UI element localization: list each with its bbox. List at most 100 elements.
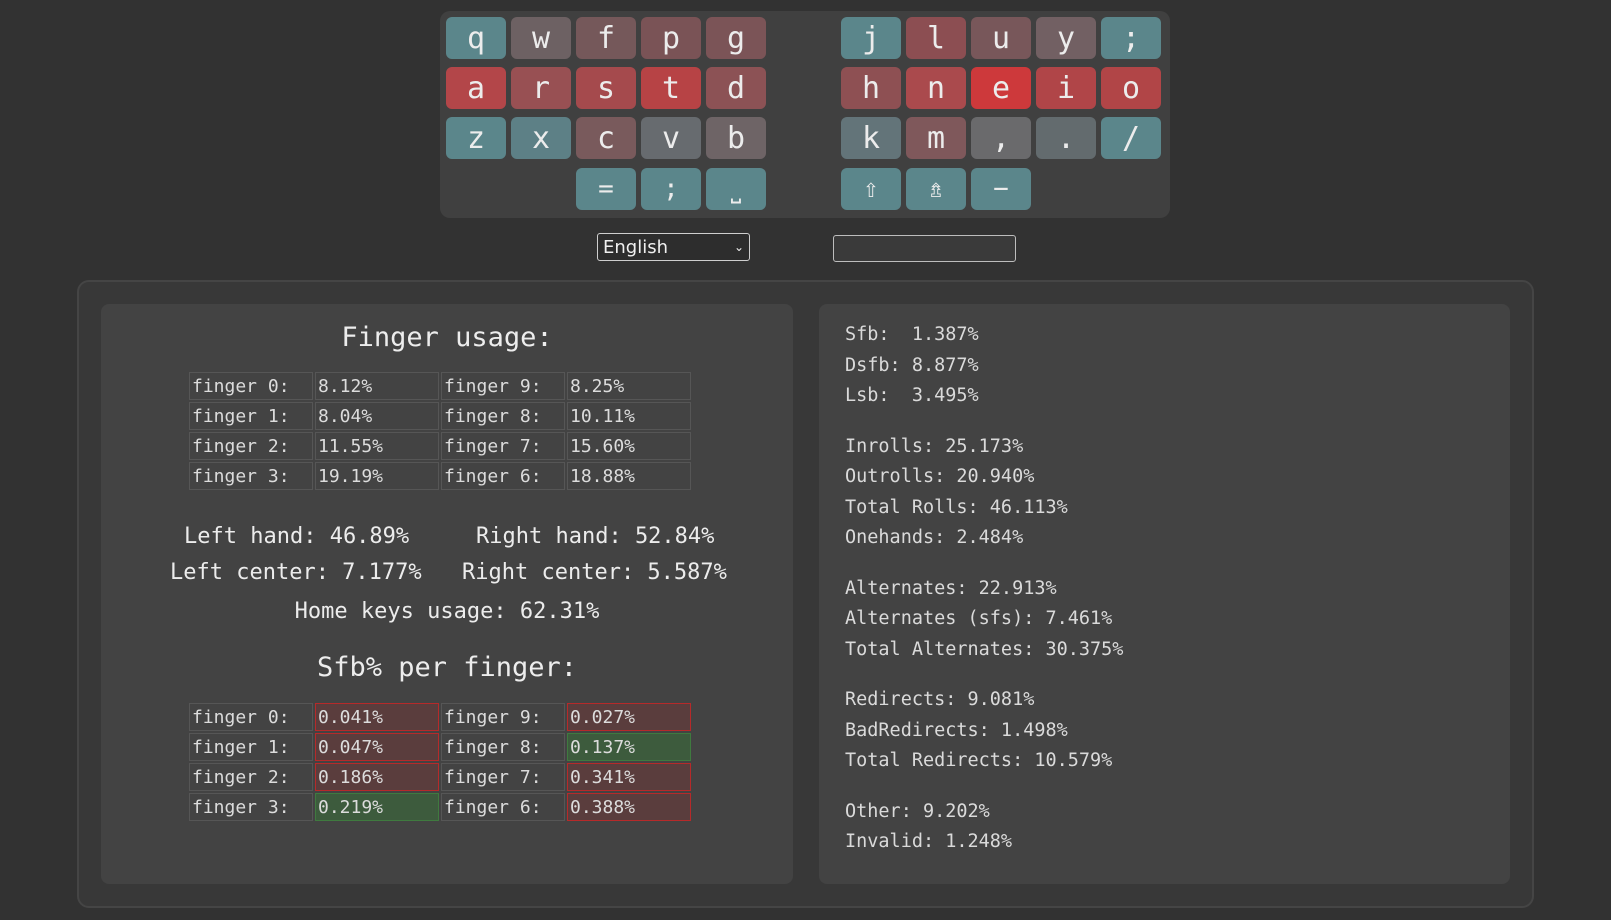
metric-line: Total Alternates: 30.375% [845, 638, 1124, 660]
usage-finger-label: finger 3: [189, 462, 313, 490]
key-1-8[interactable]: i [1036, 67, 1096, 109]
key-3-2[interactable]: = [576, 168, 636, 210]
key-0-6[interactable]: l [906, 17, 966, 59]
key-1-5[interactable]: h [841, 67, 901, 109]
key-3-6[interactable]: ⇯ [906, 168, 966, 210]
sfb-value: 0.027% [567, 703, 691, 731]
key-0-9[interactable]: ; [1101, 17, 1161, 59]
key-2-8[interactable]: . [1036, 117, 1096, 159]
usage-row: finger 3: 19.19% finger 6: 18.88% [189, 462, 691, 490]
key-1-0[interactable]: a [446, 67, 506, 109]
metric-line: Alternates: 22.913% [845, 577, 1057, 599]
sfb-value: 0.219% [315, 793, 439, 821]
usage-finger-label: finger 6: [441, 462, 565, 490]
key-2-7[interactable]: , [971, 117, 1031, 159]
key-0-8[interactable]: y [1036, 17, 1096, 59]
key-0-4[interactable]: g [706, 17, 766, 59]
metric-line: Outrolls: 20.940% [845, 466, 1035, 487]
right-hand-usage: Right hand: 52.84% [476, 524, 715, 549]
sfb-value: 0.186% [315, 763, 439, 791]
sfb-finger-label: finger 1: [189, 733, 313, 761]
usage-finger-label: finger 9: [441, 372, 565, 400]
key-2-4[interactable]: b [706, 117, 766, 159]
key-0-5[interactable]: j [841, 17, 901, 59]
sfb-per-finger-title: Sfb% per finger: [316, 652, 578, 683]
usage-value: 10.11% [567, 402, 691, 430]
usage-finger-label: finger 1: [189, 402, 313, 430]
metric-line: Dsfb: 8.877% [845, 354, 979, 376]
key-2-5[interactable]: k [841, 117, 901, 159]
usage-value: 8.25% [567, 372, 691, 400]
sfb-row: finger 0: 0.041% finger 9: 0.027% [189, 703, 691, 731]
key-1-1[interactable]: r [511, 67, 571, 109]
key-0-2[interactable]: f [576, 17, 636, 59]
key-1-2[interactable]: s [576, 67, 636, 109]
key-0-0[interactable]: q [446, 17, 506, 59]
metrics-group: Sfb: 1.387% Dsfb: 8.877% Lsb: 3.495% [845, 320, 1123, 412]
key-1-7[interactable]: e [971, 67, 1031, 109]
usage-row: finger 1: 8.04% finger 8: 10.11% [189, 402, 691, 430]
sfb-finger-label: finger 6: [441, 793, 565, 821]
key-3-5[interactable]: ⇧ [841, 168, 901, 210]
sfb-finger-label: finger 8: [441, 733, 565, 761]
metric-line: Invalid: 1.248% [845, 831, 1013, 852]
sfb-finger-label: finger 0: [189, 703, 313, 731]
sfb-value: 0.137% [567, 733, 691, 761]
metrics-group: Inrolls: 25.173% Outrolls: 20.940% Total R… [845, 432, 1123, 554]
metric-line: Onehands: 2.484% [845, 527, 1024, 548]
sfb-finger-label: finger 3: [189, 793, 313, 821]
metrics-group: Other: 9.202% Invalid: 1.248% [845, 797, 1123, 858]
sfb-value: 0.341% [567, 763, 691, 791]
keyboard-layout: q w f p g j l u y; a r s t d h n e i o z x c v b k m,. / =; ⎵ ⇧ ⇯ − [440, 11, 1170, 218]
metric-line: Redirects: 9.081% [845, 689, 1035, 710]
metric-line: BadRedirects: 1.498% [845, 719, 1068, 741]
sfb-finger-label: finger 2: [189, 763, 313, 791]
key-2-6[interactable]: m [906, 117, 966, 159]
usage-finger-label: finger 2: [189, 432, 313, 460]
key-3-7[interactable]: − [971, 168, 1031, 210]
metrics-panel: Sfb: 1.387% Dsfb: 8.877% Lsb: 3.495% Inroll… [819, 304, 1510, 884]
right-center-usage: Right center: 5.587% [462, 560, 727, 585]
key-0-3[interactable]: p [641, 17, 701, 59]
finger-usage-table: finger 0: 8.12% finger 9: 8.25% finger 1: 8.0… [187, 370, 693, 492]
key-1-9[interactable]: o [1101, 67, 1161, 109]
metric-line: Sfb: 1.387% [845, 324, 979, 345]
key-3-3[interactable]: ; [641, 168, 701, 210]
metrics-list: Sfb: 1.387% Dsfb: 8.877% Lsb: 3.495% Inroll… [845, 320, 1123, 878]
sfb-per-finger-table: finger 0: 0.041% finger 9: 0.027% finger 1: 0… [187, 701, 693, 823]
left-hand-usage: Left hand: 46.89% [184, 524, 410, 549]
usage-value: 8.12% [315, 372, 439, 400]
sfb-row: finger 1: 0.047% finger 8: 0.137% [189, 733, 691, 761]
usage-value: 11.55% [315, 432, 439, 460]
layout-name-input[interactable] [833, 235, 1016, 262]
key-1-4[interactable]: d [706, 67, 766, 109]
language-select[interactable]: English ⌄ [597, 233, 750, 261]
sfb-value: 0.047% [315, 733, 439, 761]
key-2-0[interactable]: z [446, 117, 506, 159]
key-0-7[interactable]: u [971, 17, 1031, 59]
usage-value: 8.04% [315, 402, 439, 430]
key-2-2[interactable]: c [576, 117, 636, 159]
metric-line: Total Rolls: 46.113% [845, 496, 1068, 518]
key-3-4[interactable]: ⎵ [706, 168, 766, 210]
usage-value: 15.60% [567, 432, 691, 460]
key-1-6[interactable]: n [906, 67, 966, 109]
metric-line: Lsb: 3.495% [845, 385, 979, 406]
sfb-value: 0.041% [315, 703, 439, 731]
key-2-3[interactable]: v [641, 117, 701, 159]
usage-finger-label: finger 0: [189, 372, 313, 400]
language-select-value: English [603, 236, 668, 258]
sfb-row: finger 3: 0.219% finger 6: 0.388% [189, 793, 691, 821]
sfb-row: finger 2: 0.186% finger 7: 0.341% [189, 763, 691, 791]
metric-line: Total Redirects: 10.579% [845, 750, 1113, 771]
key-1-3[interactable]: t [641, 67, 701, 109]
usage-row: finger 2: 11.55% finger 7: 15.60% [189, 432, 691, 460]
metrics-group: Alternates: 22.913% Alternates (sfs): 7.4… [845, 574, 1123, 666]
key-0-1[interactable]: w [511, 17, 571, 59]
usage-value: 18.88% [567, 462, 691, 490]
metric-line: Inrolls: 25.173% [845, 435, 1024, 457]
sfb-value: 0.388% [567, 793, 691, 821]
key-2-9[interactable]: / [1101, 117, 1161, 159]
key-2-1[interactable]: x [511, 117, 571, 159]
finger-usage-title: Finger usage: [341, 322, 553, 353]
